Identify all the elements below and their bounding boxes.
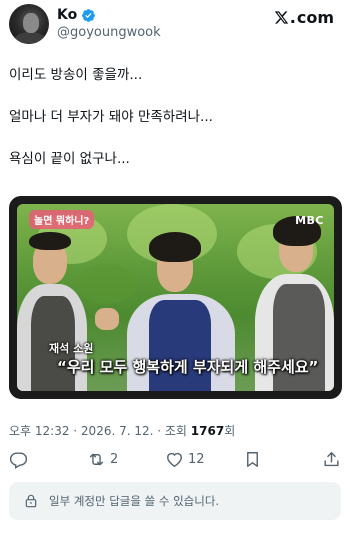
x-logo[interactable]: . com xyxy=(274,8,334,27)
tweet-line: 얼마나 더 부자가 돼야 만족하려나... xyxy=(9,109,213,125)
like-button[interactable]: 12 xyxy=(165,450,205,469)
view-suffix: 회 xyxy=(224,424,236,438)
tweet-line: 욕심이 끝이 없구나... xyxy=(9,151,130,167)
reply-restriction-box: 일부 계정만 답글을 쓸 수 있습니다. xyxy=(9,482,341,520)
retweet-icon xyxy=(89,453,104,466)
bookmark-icon xyxy=(247,452,258,467)
view-count: 1767 xyxy=(190,424,225,438)
speaker-caption: 재석 소원 xyxy=(49,342,94,355)
reply-button[interactable] xyxy=(9,450,28,469)
user-handle[interactable]: @goyoungwook xyxy=(57,25,161,40)
lock-icon xyxy=(25,494,37,508)
broadcaster-logo: MBC xyxy=(295,214,324,227)
share-icon xyxy=(324,452,339,467)
user-name-row[interactable]: Ko xyxy=(57,7,96,23)
show-logo: 놀면 뭐하니? xyxy=(29,210,95,229)
like-count: 12 xyxy=(188,452,205,467)
display-name[interactable]: Ko xyxy=(57,7,77,23)
retweet-count: 2 xyxy=(110,452,119,467)
tweet-line: 이리도 방송이 좋을까... xyxy=(9,67,143,83)
avatar[interactable] xyxy=(9,4,49,44)
reply-restriction-text: 일부 계정만 답글을 쓸 수 있습니다. xyxy=(49,494,220,508)
share-button[interactable] xyxy=(322,450,341,469)
tweet-timestamp[interactable]: 오후 12:32 · 2026. 7. 12. · 조회 xyxy=(9,424,187,438)
media-image[interactable]: 놀면 뭐하니? MBC 재석 소원 “우리 모두 행복하게 부자되게 해주세요” xyxy=(17,204,334,391)
heart-icon xyxy=(167,452,182,468)
x-logo-domain: com xyxy=(296,8,334,27)
bookmark-button[interactable] xyxy=(243,450,262,469)
x-logo-text: . xyxy=(289,8,296,27)
retweet-button[interactable]: 2 xyxy=(87,450,118,469)
tweet-text: 이리도 방송이 좋을까... 얼마나 더 부자가 돼야 만족하려나... 욕심이… xyxy=(9,65,339,191)
avatar-face xyxy=(23,13,39,33)
tweet-media[interactable]: 놀면 뭐하니? MBC 재석 소원 “우리 모두 행복하게 부자되게 해주세요” xyxy=(9,196,342,399)
reply-icon xyxy=(9,452,28,469)
tweet-meta: 오후 12:32 · 2026. 7. 12. · 조회 1767회 xyxy=(9,422,235,439)
video-subtitle: “우리 모두 행복하게 부자되게 해주세요” xyxy=(57,358,319,376)
avatar-shoulder xyxy=(13,32,47,44)
action-bar: 2 12 xyxy=(0,450,350,474)
x-brand-icon xyxy=(274,11,289,24)
verified-badge-icon xyxy=(82,8,96,22)
